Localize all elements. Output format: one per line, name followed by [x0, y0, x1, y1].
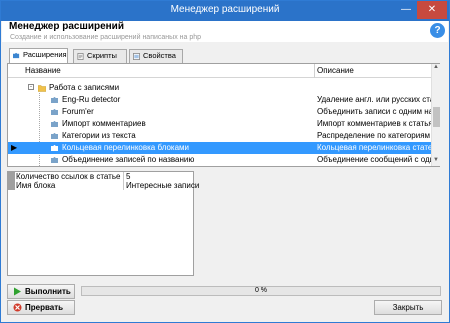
puzzle-icon	[51, 97, 58, 103]
header-title: Менеджер расширений	[9, 21, 124, 32]
puzzle-icon	[13, 52, 20, 59]
window-title: Менеджер расширений	[170, 4, 280, 15]
puzzle-icon	[51, 133, 58, 139]
list-scrollbar[interactable]: ▲ ▼	[431, 64, 440, 166]
extension-description: Импорт комментариев к статья...	[317, 119, 431, 128]
extension-name: Импорт комментариев	[62, 119, 146, 128]
column-header-name[interactable]: Название	[25, 66, 61, 75]
tree-folder-records[interactable]: - Работа с записями	[8, 82, 431, 94]
extension-description: Кольцевая перелинковка статей...	[317, 143, 431, 152]
list-item[interactable]: Импорт комментариев Импорт комментариев …	[8, 118, 431, 130]
property-key: Количество ссылок в статье	[16, 172, 121, 181]
list-item[interactable]: Forum'er Объединить записи с одним на...	[8, 106, 431, 118]
list-item-partial[interactable]	[8, 75, 431, 80]
scroll-thumb[interactable]	[433, 107, 440, 127]
extension-description: Объединение сообщений с оди...	[317, 155, 431, 164]
column-header-description[interactable]: Описание	[317, 66, 354, 75]
run-button[interactable]: Выполнить	[7, 284, 75, 299]
tab-scripts-label: Скрипты	[87, 51, 117, 60]
puzzle-icon	[51, 145, 58, 151]
list-item-selected[interactable]: ▶ Кольцевая перелинковка блоками Кольцев…	[8, 142, 431, 154]
stop-button[interactable]: Прервать	[7, 300, 75, 315]
header-subtitle: Создание и использование расширений напи…	[10, 34, 202, 41]
properties-gutter	[8, 172, 15, 190]
progress-label: 0 %	[254, 287, 268, 294]
folder-icon	[38, 85, 46, 92]
extension-name: Forum'er	[62, 107, 94, 116]
stop-icon	[13, 303, 22, 312]
script-icon	[77, 53, 84, 60]
collapse-toggle[interactable]: -	[28, 84, 34, 90]
list-item[interactable]: Eng-Ru detector Удаление англ. или русск…	[8, 94, 431, 106]
selection-arrow-icon: ▶	[11, 143, 18, 152]
extension-description: Объединить записи с одним на...	[317, 107, 431, 116]
run-button-label: Выполнить	[25, 287, 71, 296]
scroll-up-icon[interactable]: ▲	[432, 64, 440, 73]
titlebar[interactable]: Менеджер расширений — ✕	[1, 1, 449, 21]
extension-description: Распределение по категориям в...	[317, 131, 431, 140]
extension-description: Удаление англ. или русских ста...	[317, 95, 431, 104]
dialog-header: Менеджер расширений Создание и использов…	[2, 21, 448, 42]
close-button[interactable]: Закрыть	[374, 300, 442, 315]
extensions-list-panel: Название Описание - Работа с записями En…	[7, 63, 440, 167]
extension-name: Eng-Ru detector	[62, 95, 121, 104]
tab-properties-label: Свойства	[143, 51, 176, 60]
puzzle-icon	[51, 157, 58, 163]
property-row[interactable]: Имя блока Интересные записи	[15, 181, 199, 190]
play-icon	[14, 287, 21, 296]
property-key: Имя блока	[16, 181, 56, 190]
tab-extensions-label: Расширения	[23, 50, 67, 59]
tab-extensions[interactable]: Расширения	[9, 48, 68, 64]
property-value[interactable]: Интересные записи	[126, 181, 199, 190]
puzzle-icon	[51, 109, 58, 115]
folder-name: Работа с записями	[49, 83, 120, 92]
minimize-button[interactable]: —	[395, 1, 417, 19]
progress-bar: 0 %	[81, 286, 441, 296]
stop-button-label: Прервать	[25, 303, 64, 312]
tab-scripts[interactable]: Скрипты	[73, 49, 127, 63]
tab-properties[interactable]: Свойства	[129, 49, 183, 63]
scroll-down-icon[interactable]: ▼	[432, 157, 440, 166]
list-item[interactable]: Объединение записей по названию Объедине…	[8, 154, 431, 166]
list-item[interactable]: Категории из текста Распределение по кат…	[8, 130, 431, 142]
extension-name: Кольцевая перелинковка блоками	[62, 143, 190, 152]
extension-name: Объединение записей по названию	[62, 155, 195, 164]
properties-icon	[133, 53, 140, 60]
properties-grid: Количество ссылок в статье 5 Имя блока И…	[7, 171, 199, 276]
close-window-button[interactable]: ✕	[417, 1, 447, 19]
extension-manager-window: Менеджер расширений — ✕ Менеджер расшире…	[0, 0, 450, 323]
property-row[interactable]: Количество ссылок в статье 5	[15, 172, 193, 181]
extension-name: Категории из текста	[62, 131, 136, 140]
help-icon[interactable]: ?	[430, 23, 445, 38]
puzzle-icon	[51, 121, 58, 127]
property-value[interactable]: 5	[126, 172, 130, 181]
